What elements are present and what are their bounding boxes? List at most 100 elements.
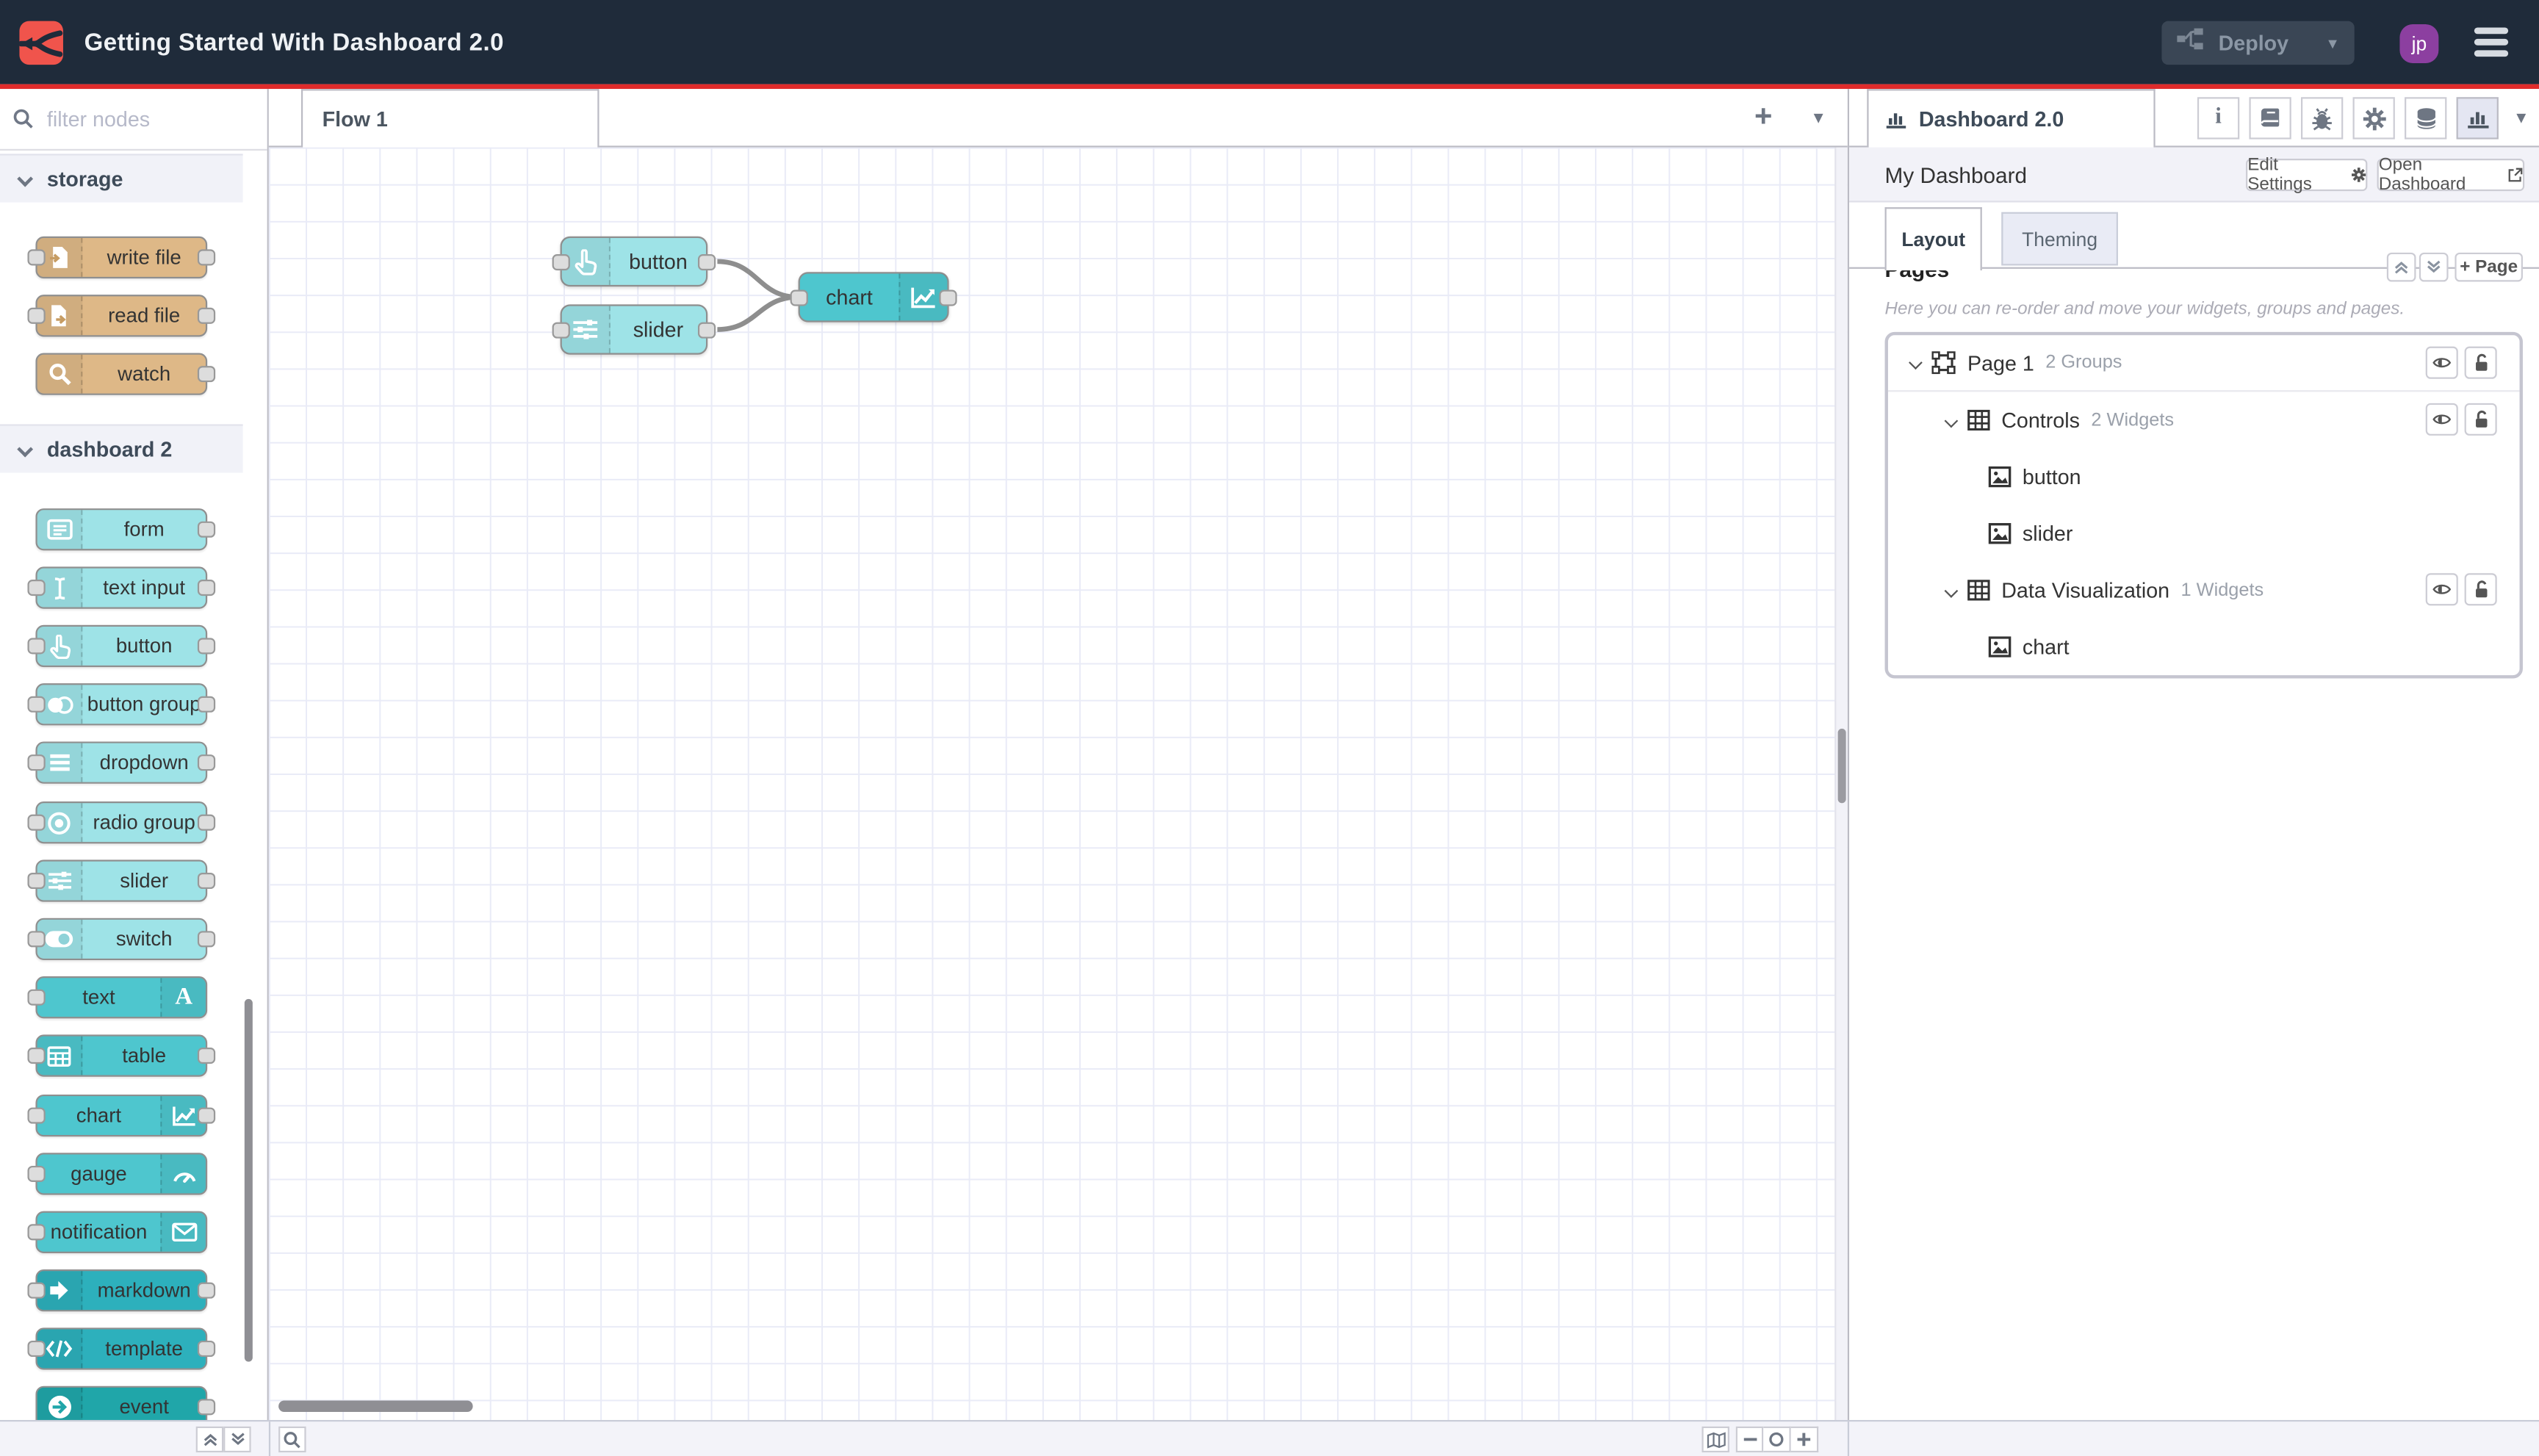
- palette-node-dropdown[interactable]: dropdown: [27, 741, 216, 784]
- flow-node-slider[interactable]: slider: [552, 304, 716, 355]
- input-port[interactable]: [552, 253, 570, 270]
- gauge-icon: [160, 1154, 206, 1194]
- palette-scrollbar[interactable]: [244, 998, 253, 1362]
- collapse-all-button[interactable]: [2386, 252, 2416, 282]
- lock-button[interactable]: [2464, 403, 2497, 436]
- tree-row-page-1[interactable]: Page 1 2 Groups: [1887, 335, 2520, 392]
- palette-category-dashboard-2[interactable]: dashboard 2: [0, 424, 243, 473]
- palette-expand-all-button[interactable]: [223, 1426, 251, 1453]
- visibility-button[interactable]: [2425, 346, 2458, 379]
- info-icon[interactable]: i: [2197, 97, 2240, 140]
- palette-node-markdown[interactable]: markdown: [27, 1269, 216, 1312]
- group-icon: [1967, 580, 1990, 601]
- chevron-down-icon: [17, 441, 34, 458]
- output-port: [197, 696, 216, 713]
- add-page-button[interactable]: + Page: [2455, 252, 2523, 282]
- gear-icon[interactable]: [2352, 97, 2395, 140]
- zoom-reset-button[interactable]: [1763, 1426, 1791, 1453]
- main-menu-button[interactable]: [2474, 27, 2509, 57]
- chevron-down-icon[interactable]: [1944, 583, 1959, 597]
- book-icon[interactable]: [2249, 97, 2291, 140]
- palette-node-read-file[interactable]: read file: [27, 295, 216, 337]
- flow-list-caret-icon[interactable]: ▼: [1799, 97, 1838, 139]
- output-port[interactable]: [697, 253, 716, 270]
- palette-filter-input[interactable]: [43, 105, 255, 133]
- canvas-hscroll-thumb[interactable]: [278, 1400, 473, 1412]
- flow-node-chart[interactable]: chart: [790, 272, 957, 322]
- input-port[interactable]: [552, 321, 570, 338]
- palette-node-button[interactable]: button: [27, 624, 216, 668]
- tab-dashboard-2[interactable]: Dashboard 2.0: [1867, 89, 2156, 148]
- palette-node-gauge[interactable]: gauge: [27, 1153, 208, 1195]
- external-link-icon: [2508, 167, 2523, 182]
- canvas-vscroll-thumb[interactable]: [1837, 728, 1846, 804]
- palette-node-form[interactable]: form: [35, 508, 216, 551]
- output-port: [197, 580, 216, 597]
- deploy-options-caret-icon[interactable]: ▼: [2325, 35, 2340, 51]
- output-port[interactable]: [697, 321, 716, 338]
- input-port: [27, 754, 46, 771]
- lock-button[interactable]: [2464, 573, 2497, 606]
- palette-node-table[interactable]: table: [27, 1034, 216, 1077]
- palette-category-storage[interactable]: storage: [0, 154, 243, 203]
- context-data-icon[interactable]: [2405, 97, 2447, 140]
- plus-icon: [1797, 1432, 1811, 1446]
- output-port[interactable]: [939, 289, 957, 306]
- tree-row-controls[interactable]: Controls 2 Widgets: [1888, 392, 2520, 448]
- open-dashboard-button[interactable]: Open Dashboard: [2377, 156, 2525, 194]
- palette-node-watch[interactable]: watch: [35, 353, 216, 395]
- add-flow-button[interactable]: +: [1739, 97, 1787, 139]
- zoom-in-button[interactable]: [1790, 1426, 1819, 1453]
- bug-icon[interactable]: [2300, 97, 2344, 140]
- palette-node-button-group[interactable]: button group: [27, 683, 216, 726]
- tree-row-widget-button[interactable]: button: [1888, 449, 2520, 505]
- tab-flow-1[interactable]: Flow 1: [300, 89, 599, 148]
- flowfuse-logo[interactable]: [18, 21, 63, 65]
- tree-row-widget-chart[interactable]: chart: [1888, 619, 2520, 675]
- palette-node-switch[interactable]: switch: [27, 918, 216, 961]
- lock-button[interactable]: [2464, 346, 2497, 379]
- tab-layout[interactable]: Layout: [1884, 207, 1982, 271]
- palette-search[interactable]: [0, 89, 267, 151]
- wire-slider-to-chart[interactable]: [717, 295, 799, 332]
- dashboard-name: My Dashboard: [1884, 162, 2028, 187]
- expand-all-button[interactable]: [2419, 252, 2449, 282]
- user-avatar[interactable]: jp: [2399, 24, 2439, 63]
- circle-icon: [1769, 1432, 1784, 1447]
- input-port: [27, 307, 46, 324]
- search-icon: [13, 109, 33, 129]
- palette-node-text-input[interactable]: text input: [27, 566, 216, 609]
- palette-node-slider[interactable]: slider: [27, 859, 216, 902]
- accent-divider: [0, 84, 2539, 90]
- chevron-down-icon[interactable]: [1909, 356, 1923, 370]
- palette-node-event[interactable]: event: [35, 1385, 216, 1420]
- tab-theming[interactable]: Theming: [2001, 212, 2118, 266]
- sidebar-menu-caret-icon[interactable]: ▼: [2505, 97, 2538, 139]
- double-chevron-up-icon: [2394, 262, 2408, 274]
- palette-node-text[interactable]: text A: [27, 976, 208, 1019]
- canvas-search-button[interactable]: [278, 1426, 306, 1453]
- wire-button-to-chart[interactable]: [717, 259, 799, 300]
- chevron-down-icon[interactable]: [1944, 413, 1959, 428]
- unlock-icon: [2474, 580, 2487, 598]
- palette-node-template[interactable]: template: [27, 1327, 216, 1370]
- flow-canvas[interactable]: button slider chart: [268, 147, 1848, 1420]
- unlock-icon: [2474, 353, 2487, 371]
- output-port: [197, 638, 216, 655]
- palette-node-notification[interactable]: notification: [27, 1211, 208, 1253]
- edit-settings-button[interactable]: Edit Settings: [2246, 156, 2368, 194]
- palette-node-chart[interactable]: chart: [27, 1094, 216, 1137]
- palette-node-write-file[interactable]: write file: [27, 236, 216, 279]
- tree-row-widget-slider[interactable]: slider: [1888, 505, 2520, 562]
- visibility-button[interactable]: [2425, 403, 2458, 436]
- deploy-button[interactable]: Deploy ▼: [2161, 21, 2355, 65]
- dashboard-chart-icon[interactable]: [2456, 97, 2499, 140]
- tree-row-data-visualization[interactable]: Data Visualization 1 Widgets: [1888, 562, 2520, 619]
- toggle-navigator-button[interactable]: [1701, 1426, 1729, 1453]
- flow-node-button[interactable]: button: [552, 236, 716, 287]
- visibility-button[interactable]: [2425, 573, 2458, 606]
- palette-node-radio-group[interactable]: radio group: [27, 801, 216, 844]
- palette-collapse-all-button[interactable]: [195, 1426, 224, 1453]
- zoom-out-button[interactable]: [1735, 1426, 1764, 1453]
- input-port[interactable]: [790, 289, 808, 306]
